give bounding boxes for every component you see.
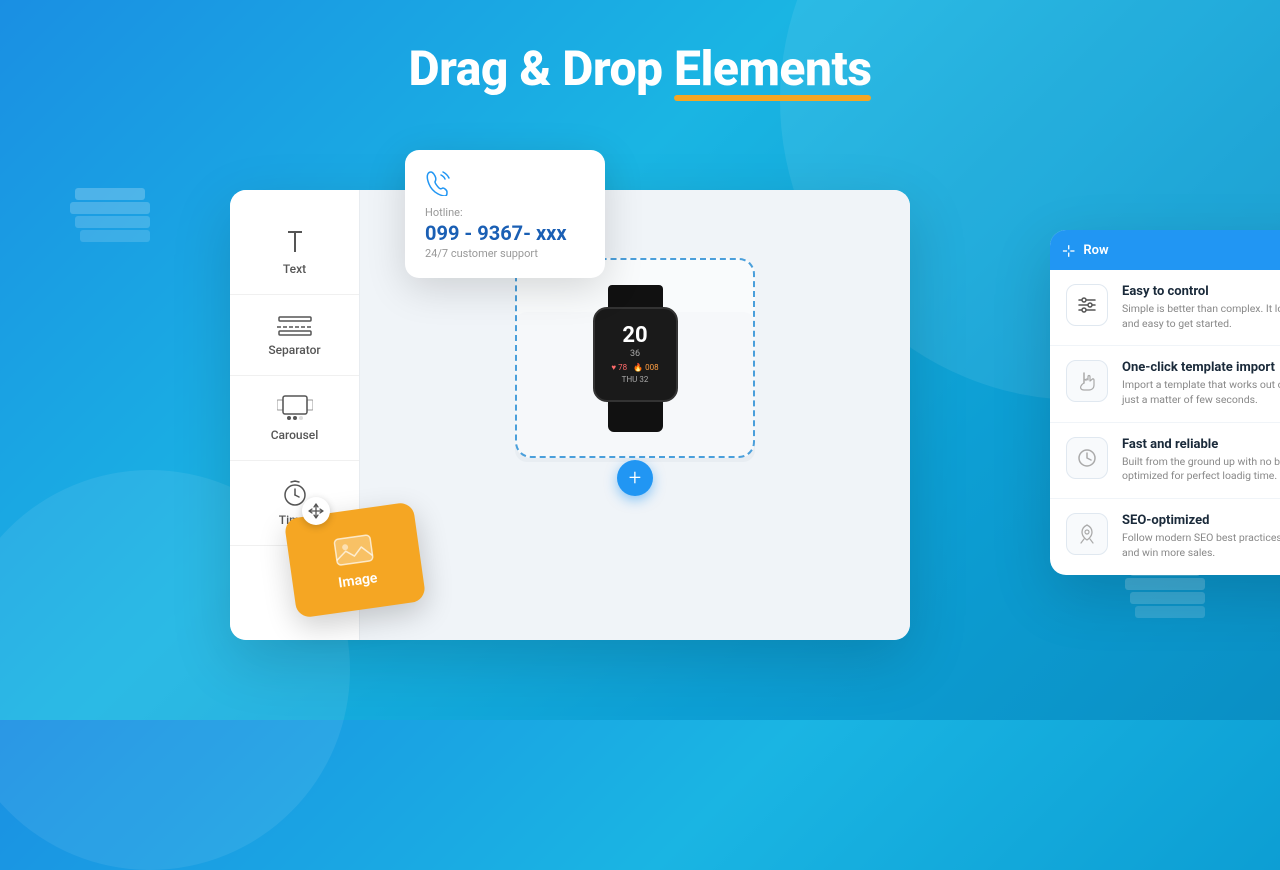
sidebar-item-text[interactable]: Text — [230, 210, 359, 295]
carousel-icon — [277, 394, 313, 422]
draggable-label: Image — [337, 570, 378, 591]
feature-item-one-click: One-click template import Import a templ… — [1050, 346, 1280, 422]
feature-item-seo: SEO-optimized Follow modern SEO best pra… — [1050, 499, 1280, 574]
hotline-label: Hotline: — [425, 206, 585, 219]
sidebar-label-carousel: Carousel — [271, 428, 319, 442]
row-toolbar: ⊹ Row × — [1050, 230, 1280, 270]
page-header: Drag & Drop Elements — [0, 0, 1280, 97]
feature-title-easy-control: Easy to control — [1122, 284, 1280, 299]
hotline-number: 099 - 9367- xxx — [425, 221, 585, 245]
page-title: Drag & Drop Elements — [0, 40, 1280, 97]
move-icon[interactable]: ⊹ — [1062, 241, 1075, 260]
clock-icon — [1076, 447, 1098, 469]
feature-desc-easy-control: Simple is better than complex. It looks … — [1122, 302, 1280, 331]
watch-date: THU 32 — [622, 375, 649, 384]
feature-text-easy-control: Easy to control Simple is better than co… — [1122, 284, 1280, 331]
toolbar-row-label: Row — [1083, 243, 1270, 258]
watch-band-top — [608, 285, 663, 307]
watch-band-bottom — [608, 402, 663, 432]
feature-text-seo: SEO-optimized Follow modern SEO best pra… — [1122, 513, 1280, 560]
move-cursor-icon — [302, 497, 330, 525]
rocket-icon — [1076, 523, 1098, 545]
title-highlight: Elements — [674, 40, 871, 97]
fast-icon-wrap — [1066, 437, 1108, 479]
move-arrows-icon — [308, 503, 324, 519]
watch-stats: ♥ 78 🔥 008 — [611, 363, 658, 372]
panel-container: Hotline: 099 - 9367- xxx 24/7 customer s… — [230, 150, 1050, 630]
one-click-icon-wrap — [1066, 360, 1108, 402]
hotline-support: 24/7 customer support — [425, 247, 585, 260]
watch-heart: ♥ 78 — [611, 363, 627, 372]
sidebar-item-separator[interactable]: Separator — [230, 295, 359, 376]
feature-list: Easy to control Simple is better than co… — [1050, 270, 1280, 575]
sidebar-item-carousel[interactable]: Carousel — [230, 376, 359, 461]
hotline-card: Hotline: 099 - 9367- xxx 24/7 customer s… — [405, 150, 605, 278]
easy-control-icon-wrap — [1066, 284, 1108, 326]
feature-text-one-click: One-click template import Import a templ… — [1122, 360, 1280, 407]
watch-product: 20 36 ♥ 78 🔥 008 THU 32 — [593, 285, 678, 432]
separator-icon — [277, 313, 313, 337]
text-icon — [281, 228, 309, 256]
features-panel: ⊹ Row × — [1050, 230, 1280, 575]
drop-zone[interactable]: 20 36 ♥ 78 🔥 008 THU 32 — [515, 258, 755, 458]
phone-icon — [425, 168, 585, 200]
main-content: Hotline: 099 - 9367- xxx 24/7 customer s… — [0, 130, 1280, 720]
feature-title-fast: Fast and reliable — [1122, 437, 1280, 452]
feature-desc-one-click: Import a template that works out of the … — [1122, 378, 1280, 407]
feature-desc-fast: Built from the ground up with no bloat, … — [1122, 455, 1280, 484]
feature-item-easy-control: Easy to control Simple is better than co… — [1050, 270, 1280, 346]
feature-item-fast: Fast and reliable Built from the ground … — [1050, 423, 1280, 499]
title-part1: Drag & Drop — [409, 40, 675, 97]
watch-time: 20 — [622, 325, 647, 347]
add-element-button[interactable]: + — [617, 460, 653, 496]
sliders-icon — [1076, 294, 1098, 316]
feature-title-one-click: One-click template import — [1122, 360, 1280, 375]
feature-desc-seo: Follow modern SEO best practices, drive … — [1122, 531, 1280, 560]
seo-icon-wrap — [1066, 513, 1108, 555]
image-drag-icon — [331, 529, 375, 569]
feature-text-fast: Fast and reliable Built from the ground … — [1122, 437, 1280, 484]
watch-face: 20 36 ♥ 78 🔥 008 THU 32 — [593, 307, 678, 402]
watch-fire: 🔥 008 — [633, 363, 658, 372]
watch-minute: 36 — [630, 349, 640, 359]
sidebar-label-text: Text — [283, 262, 306, 276]
hand-icon — [1076, 370, 1098, 392]
feature-title-seo: SEO-optimized — [1122, 513, 1280, 528]
sidebar-label-separator: Separator — [268, 343, 320, 357]
